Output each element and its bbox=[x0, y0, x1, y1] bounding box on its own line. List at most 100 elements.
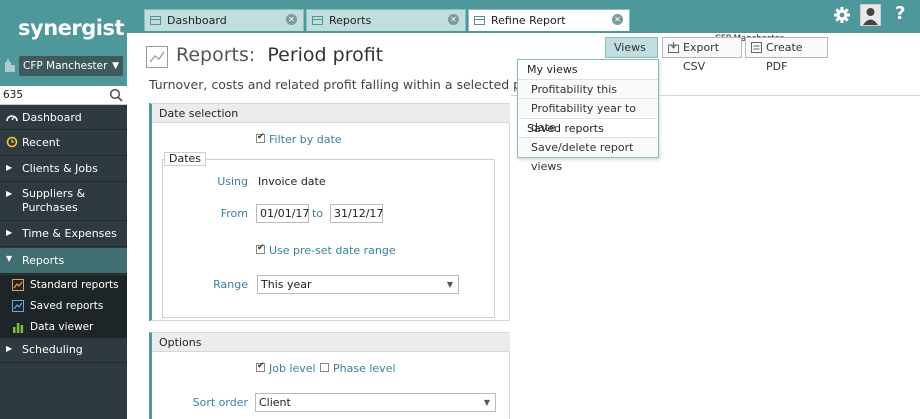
create-pdf-button[interactable]: Create PDF bbox=[745, 37, 828, 73]
filter-by-date-checkbox[interactable] bbox=[256, 132, 265, 143]
sort-order-label: Sort order bbox=[192, 396, 248, 409]
job-level-label[interactable]: Job level bbox=[269, 362, 316, 375]
sidebar-subitem-label: Standard reports bbox=[30, 279, 119, 291]
help-icon[interactable]: ? bbox=[895, 3, 905, 24]
office-select[interactable]: CFP Manchester ▼ bbox=[19, 56, 123, 76]
range-label: Range bbox=[213, 278, 248, 291]
from-label: From bbox=[220, 207, 248, 220]
menu-item-profitability-ytd[interactable]: Profitability year to date bbox=[518, 98, 658, 134]
phase-level-checkbox[interactable] bbox=[320, 363, 329, 372]
tab-label: Reports bbox=[329, 14, 372, 27]
range-select-value: This year bbox=[261, 278, 312, 291]
chevron-right-icon: ▶ bbox=[6, 163, 13, 172]
dashboard-icon bbox=[6, 111, 18, 126]
to-date-field[interactable]: 31/12/17 bbox=[330, 204, 383, 223]
close-icon[interactable]: ✕ bbox=[286, 14, 297, 25]
chevron-right-icon: ▶ bbox=[6, 228, 13, 237]
chevron-right-icon: ▶ bbox=[6, 344, 13, 353]
dates-legend: Dates bbox=[164, 152, 207, 166]
preset-range-checkbox[interactable] bbox=[256, 243, 265, 254]
report-chart-icon bbox=[146, 46, 168, 68]
using-label: Using bbox=[217, 175, 248, 188]
create-pdf-label: Create PDF bbox=[766, 41, 803, 73]
job-level-checkbox[interactable] bbox=[256, 361, 265, 372]
sidebar-item-reports[interactable]: ▼ Reports bbox=[0, 248, 127, 274]
page-title-prefix: Reports: bbox=[176, 44, 256, 66]
logo-area: synergist CFP Manchester ▼ bbox=[0, 0, 127, 86]
sidebar-item-recent[interactable]: Recent bbox=[0, 131, 127, 156]
search-bar bbox=[0, 86, 127, 105]
panel-header: Date selection bbox=[152, 104, 510, 123]
office-selector[interactable]: CFP Manchester ▼ bbox=[4, 56, 123, 76]
sidebar-item-label: Recent bbox=[22, 136, 61, 149]
data-viewer-icon bbox=[13, 323, 24, 333]
sidebar-item-label: Clients & Jobs bbox=[22, 162, 98, 175]
sidebar-item-dashboard[interactable]: Dashboard bbox=[0, 106, 127, 130]
close-icon[interactable]: ✕ bbox=[448, 14, 459, 25]
sort-order-select[interactable]: Client ▼ bbox=[255, 393, 496, 412]
menu-group-my-views: My views bbox=[527, 63, 578, 76]
page-subtitle: Turnover, costs and related profit falli… bbox=[149, 77, 554, 92]
export-icon bbox=[668, 42, 679, 53]
tab-label: Refine Report bbox=[491, 14, 566, 27]
sort-order-value: Client bbox=[259, 396, 291, 409]
avatar[interactable] bbox=[860, 4, 881, 26]
from-date-field[interactable]: 01/01/17 bbox=[256, 204, 309, 223]
standard-reports-icon bbox=[12, 279, 24, 291]
sidebar-subitem-data-viewer[interactable]: Data viewer bbox=[0, 317, 127, 338]
sidebar-subitem-label: Data viewer bbox=[30, 321, 94, 333]
saved-reports-icon bbox=[12, 300, 24, 312]
search-input[interactable] bbox=[3, 88, 103, 102]
filter-by-date-label[interactable]: Filter by date bbox=[269, 133, 342, 146]
phase-level-label[interactable]: Phase level bbox=[333, 362, 396, 375]
menu-group-saved-reports: Saved reports bbox=[518, 118, 658, 137]
menu-item-profitability-quarter[interactable]: Profitability this quarter bbox=[518, 79, 658, 115]
to-date-value: 31/12/17 bbox=[334, 207, 384, 220]
sidebar-item-label: Time & Expenses bbox=[22, 227, 117, 240]
sidebar-subitem-label: Saved reports bbox=[30, 300, 104, 312]
sidebar-item-label: Scheduling bbox=[22, 343, 83, 356]
sidebar-item-label: Suppliers & Purchases bbox=[22, 187, 86, 214]
views-button-label: Views bbox=[614, 41, 646, 54]
preset-range-label[interactable]: Use pre-set date range bbox=[269, 244, 396, 257]
chevron-right-icon: ▶ bbox=[6, 189, 13, 198]
chevron-down-icon: ▼ bbox=[6, 254, 13, 263]
using-value: Invoice date bbox=[258, 175, 326, 188]
tab-label: Dashboard bbox=[167, 14, 227, 27]
page-title: Reports: Period profit bbox=[176, 44, 383, 66]
sidebar-item-label: Reports bbox=[22, 254, 65, 267]
tab-reports[interactable]: Reports ✕ bbox=[306, 9, 466, 31]
export-csv-label: Export CSV bbox=[683, 41, 720, 73]
tab-grip-icon bbox=[312, 16, 323, 25]
tab-grip-icon bbox=[150, 16, 161, 25]
sidebar-item-time-expenses[interactable]: ▶ Time & Expenses bbox=[0, 222, 127, 247]
panel-header: Options bbox=[152, 333, 510, 352]
gear-icon[interactable] bbox=[833, 6, 851, 24]
sidebar-subitem-saved-reports[interactable]: Saved reports bbox=[0, 296, 127, 317]
range-select[interactable]: This year ▼ bbox=[257, 275, 459, 294]
views-button[interactable]: Views ▼ bbox=[605, 37, 658, 72]
top-bar: Dashboard ✕ Reports ✕ Refine Report ✕ ? bbox=[127, 0, 920, 33]
export-csv-button[interactable]: Export CSV bbox=[662, 37, 742, 73]
tab-dashboard[interactable]: Dashboard ✕ bbox=[144, 9, 304, 31]
search-icon[interactable] bbox=[109, 88, 123, 102]
sidebar-item-scheduling[interactable]: ▶ Scheduling bbox=[0, 338, 127, 363]
user-icon bbox=[863, 8, 878, 25]
tab-refine-report[interactable]: Refine Report ✕ bbox=[468, 9, 630, 31]
views-dropdown-menu: My views Profitability this quarter Prof… bbox=[517, 59, 659, 173]
sidebar-item-clients-jobs[interactable]: ▶ Clients & Jobs bbox=[0, 157, 127, 182]
sidebar-item-label: Dashboard bbox=[22, 111, 82, 124]
menu-item-save-delete-views[interactable]: Save/delete report views bbox=[518, 137, 658, 173]
from-date-value: 01/01/17 bbox=[260, 207, 310, 220]
synergist-logo[interactable]: synergist bbox=[18, 16, 125, 40]
sidebar: synergist CFP Manchester ▼ Dashboard bbox=[0, 0, 127, 419]
pdf-icon bbox=[751, 42, 762, 53]
to-label: to bbox=[312, 207, 324, 220]
sidebar-subitem-standard-reports[interactable]: Standard reports bbox=[0, 275, 127, 296]
building-icon bbox=[5, 59, 15, 72]
page-title-text: Period profit bbox=[267, 44, 384, 66]
close-icon[interactable]: ✕ bbox=[612, 14, 623, 25]
sidebar-item-suppliers-purchases[interactable]: ▶ Suppliers & Purchases bbox=[0, 183, 127, 221]
recent-icon bbox=[6, 136, 18, 151]
chevron-down-icon: ▼ bbox=[483, 398, 490, 407]
